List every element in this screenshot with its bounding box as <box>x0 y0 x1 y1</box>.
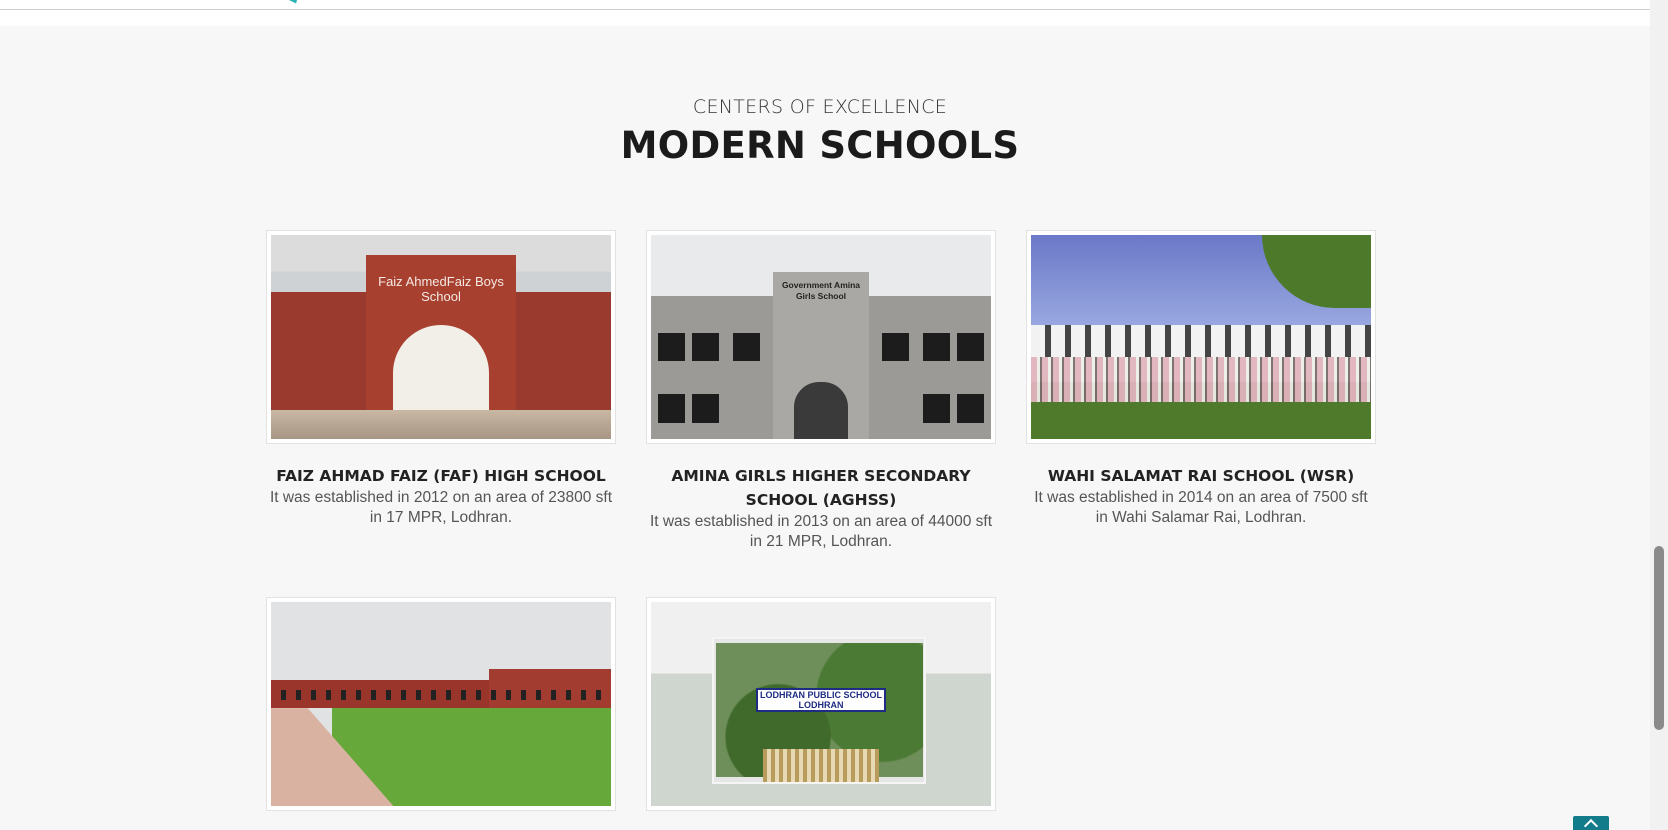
school-card[interactable]: Government Amina Girls School AMINA GIRL… <box>646 230 996 552</box>
school-description: It was established in 2012 on an area of… <box>269 489 613 526</box>
school-photo-frame: Faiz AhmedFaiz Boys School <box>266 230 616 444</box>
school-title[interactable]: WAHI SALAMAT RAI SCHOOL (WSR) <box>1026 464 1376 488</box>
photo-sign: Government Amina Girls School <box>781 279 861 301</box>
photo-sign: Faiz AhmedFaiz Boys School <box>378 273 504 304</box>
photo-sign: LODHRAN PUBLIC SCHOOL LODHRAN <box>756 687 886 713</box>
school-photo-frame: LODHRAN PUBLIC SCHOOL LODHRAN <box>646 597 996 811</box>
school-photo[interactable]: Faiz AhmedFaiz Boys School <box>271 235 611 439</box>
school-photo[interactable]: LODHRAN PUBLIC SCHOOL LODHRAN <box>651 602 991 806</box>
chevron-up-icon <box>1583 818 1599 830</box>
section-title: MODERN SCHOOLS <box>620 124 1020 167</box>
school-photo[interactable] <box>1031 235 1371 439</box>
site-header <box>0 0 1650 10</box>
school-photo[interactable] <box>271 602 611 806</box>
school-title[interactable]: FAIZ AHMAD FAIZ (FAF) HIGH SCHOOL <box>266 464 616 488</box>
page-scrollbar[interactable] <box>1650 0 1668 830</box>
back-to-top-button[interactable] <box>1573 816 1609 830</box>
school-photo-frame <box>266 597 616 811</box>
school-card[interactable] <box>266 597 616 830</box>
school-photo-frame: Government Amina Girls School <box>646 230 996 444</box>
school-card[interactable]: LODHRAN PUBLIC SCHOOL LODHRAN <box>646 597 996 830</box>
school-card[interactable]: WAHI SALAMAT RAI SCHOOL (WSR) It was est… <box>1026 230 1376 528</box>
section-eyebrow: CENTERS OF EXCELLENCE <box>692 96 948 118</box>
school-description: It was established in 2014 on an area of… <box>1034 489 1368 526</box>
scrollbar-thumb[interactable] <box>1654 546 1664 730</box>
school-title[interactable]: AMINA GIRLS HIGHER SECONDARY SCHOOL (AGH… <box>646 464 996 512</box>
school-photo-frame <box>1026 230 1376 444</box>
header-spacer <box>0 10 1650 26</box>
school-card[interactable]: Faiz AhmedFaiz Boys School FAIZ AHMAD FA… <box>266 230 616 528</box>
school-photo[interactable]: Government Amina Girls School <box>651 235 991 439</box>
section-heading: CENTERS OF EXCELLENCE MODERN SCHOOLS <box>0 96 1640 167</box>
logo[interactable] <box>284 0 304 7</box>
school-description: It was established in 2013 on an area of… <box>649 513 993 550</box>
